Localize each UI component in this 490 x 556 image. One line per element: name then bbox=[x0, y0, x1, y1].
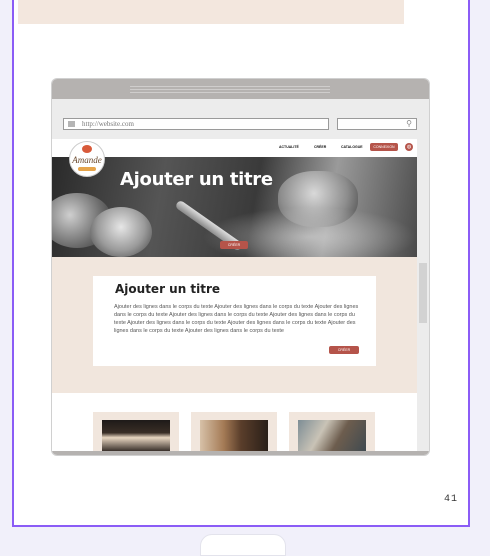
address-bar-area: http://website.com ⚲ bbox=[52, 99, 429, 139]
bottom-tab bbox=[200, 534, 286, 556]
gallery-section bbox=[52, 393, 417, 451]
nav-item-actualite[interactable]: ACTUALITÉ bbox=[279, 145, 299, 149]
gallery-tile[interactable] bbox=[289, 412, 375, 451]
website-content: ACTUALITÉ CRÉER CATALOGUE CONNEXION ◍ Am… bbox=[52, 139, 417, 451]
content-section: Ajouter un titre Ajouter des lignes dans… bbox=[52, 257, 417, 393]
hero-image-bowl bbox=[90, 207, 152, 257]
slide-frame: http://website.com ⚲ ACTUALITÉ CRÉER CAT… bbox=[12, 0, 470, 527]
url-text: http://website.com bbox=[82, 120, 134, 128]
cart-icon[interactable]: ◍ bbox=[405, 143, 413, 151]
titlebar-line bbox=[130, 89, 330, 90]
search-icon: ⚲ bbox=[406, 119, 412, 128]
top-color-strip bbox=[18, 0, 404, 24]
content-button[interactable]: CRÉER bbox=[329, 346, 359, 354]
logo-text: Amande bbox=[72, 155, 102, 165]
hero-button[interactable]: CRÉER bbox=[220, 241, 248, 249]
titlebar-line bbox=[130, 92, 330, 93]
connexion-button[interactable]: CONNEXION bbox=[370, 143, 398, 151]
browser-search-input[interactable]: ⚲ bbox=[337, 118, 417, 130]
browser-mockup: http://website.com ⚲ ACTUALITÉ CRÉER CAT… bbox=[52, 79, 429, 455]
url-input[interactable]: http://website.com bbox=[63, 118, 329, 130]
hero-image-flour bbox=[202, 207, 417, 257]
content-body: Ajouter des lignes dans le corps du text… bbox=[114, 304, 359, 334]
gallery-tile[interactable] bbox=[93, 412, 179, 451]
hero-banner: Ajouter un titre CRÉER bbox=[52, 157, 417, 257]
gallery-image bbox=[102, 420, 170, 451]
browser-titlebar bbox=[52, 79, 429, 99]
site-navbar: ACTUALITÉ CRÉER CATALOGUE CONNEXION ◍ bbox=[52, 139, 417, 157]
page-number: 41 bbox=[443, 494, 458, 505]
page-icon bbox=[68, 121, 75, 127]
hero-title: Ajouter un titre bbox=[120, 169, 273, 190]
site-logo[interactable]: Amande bbox=[69, 141, 105, 177]
gallery-tile[interactable] bbox=[191, 412, 277, 451]
logo-ribbon bbox=[78, 167, 96, 171]
gallery-image bbox=[200, 420, 268, 451]
gallery-image bbox=[298, 420, 366, 451]
scrollbar[interactable] bbox=[417, 139, 429, 451]
content-title: Ajouter un titre bbox=[115, 282, 221, 296]
titlebar-line bbox=[130, 86, 330, 87]
nav-item-creer[interactable]: CRÉER bbox=[314, 145, 326, 149]
browser-bottom-bar bbox=[52, 451, 429, 455]
tomato-icon bbox=[82, 145, 92, 153]
nav-item-catalogue[interactable]: CATALOGUE bbox=[341, 145, 363, 149]
scrollbar-thumb[interactable] bbox=[419, 263, 427, 323]
content-card: Ajouter un titre Ajouter des lignes dans… bbox=[93, 276, 376, 366]
